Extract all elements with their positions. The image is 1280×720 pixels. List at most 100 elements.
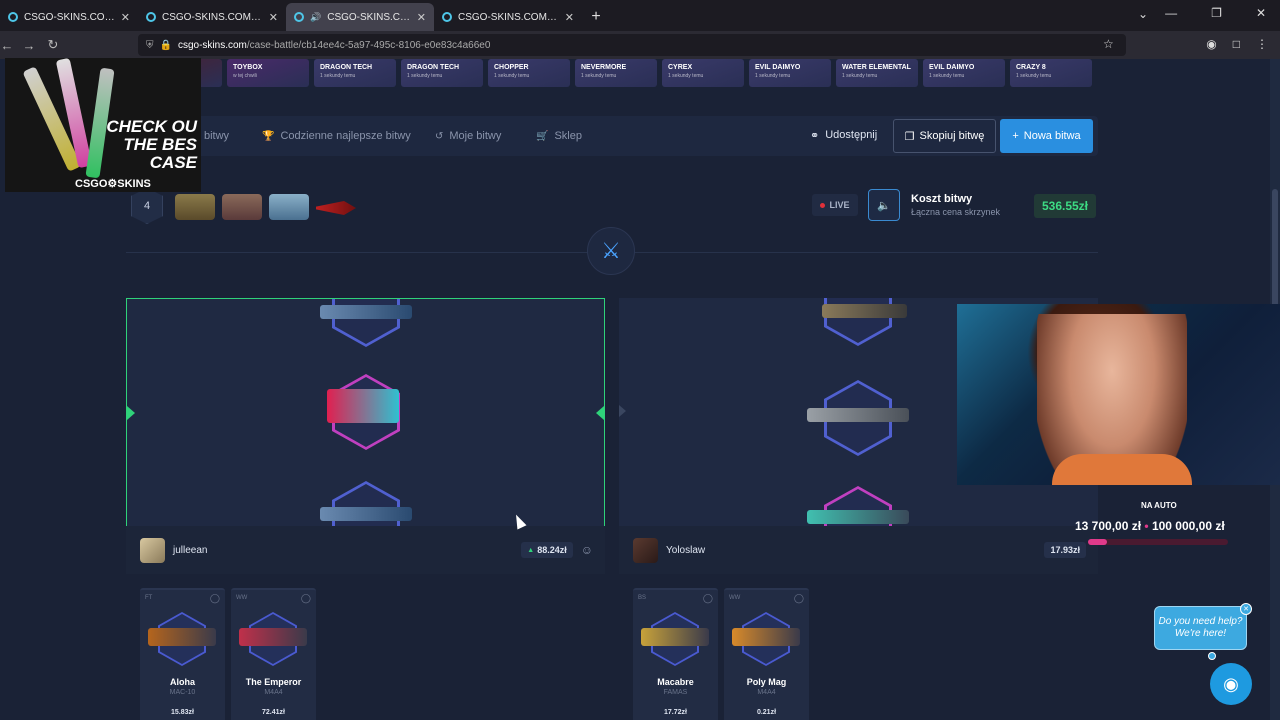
close-tab-icon[interactable]: ✕ [417, 11, 426, 24]
browser-tab[interactable]: CSGO-SKINS.COM - Najlepsze S ✕ [0, 3, 138, 31]
item-card[interactable]: WW ◯ The Emperor M4A4 72.41zł [231, 588, 316, 720]
restore-icon[interactable]: ❐ [1211, 6, 1222, 20]
item-name: Aloha [169, 677, 195, 687]
cart-icon: 🛒 [536, 130, 549, 142]
menu-my-battles[interactable]: ↺ Moje bitwy [435, 130, 501, 142]
history-icon: ↺ [435, 130, 444, 142]
speaker-icon[interactable]: 🔊 [310, 12, 321, 23]
close-icon[interactable]: ✕ [1240, 603, 1252, 615]
back-arrow-icon[interactable]: ← [0, 38, 18, 53]
ticker-card[interactable]: TOYBOX w tej chwili [227, 59, 309, 87]
ticker-item-time: 1 sekundy temu [755, 73, 791, 79]
player-score-value: 88.24zł [537, 545, 567, 555]
url-path: /case-battle/cb14ee4c-5a97-495c-8106-e0e… [246, 39, 491, 51]
shield-icon: ◯ [300, 593, 311, 603]
share-button[interactable]: ⚭ Udostępnij [810, 129, 877, 142]
player-2-bar: Yoloslaw 17.93zł [619, 526, 1098, 574]
reload-icon[interactable]: ↻ [42, 37, 64, 53]
shield-icon: ◯ [702, 593, 713, 603]
account-icon[interactable]: ◉ [1206, 37, 1216, 51]
item-type: M4A4 [757, 689, 776, 696]
close-tab-icon[interactable]: ✕ [121, 11, 130, 24]
ticker-card[interactable]: CRAZY 8 1 sekundy temu [1010, 59, 1092, 87]
favicon-icon [294, 12, 304, 22]
minimize-icon[interactable]: — [1165, 6, 1177, 20]
ticker-item-time: 1 sekundy temu [668, 73, 704, 79]
new-battle-button[interactable]: + Nowa bitwa [1000, 119, 1093, 153]
goal-separator: • [1144, 519, 1149, 533]
selector-arrow-left [619, 405, 626, 417]
ticker-card[interactable]: NEVERMORE 1 sekundy temu [575, 59, 657, 87]
avatar[interactable] [633, 537, 658, 563]
live-label: LIVE [829, 200, 850, 210]
avatar[interactable] [140, 537, 165, 563]
lock-icon: 🔒 [159, 39, 172, 51]
sound-toggle[interactable]: 🔈 [868, 189, 900, 221]
ticker-card[interactable]: WATER ELEMENTAL 1 sekundy temu [836, 59, 918, 87]
ticker-item-time: 1 sekundy temu [581, 73, 617, 79]
goal-target: 100 000,00 zł [1151, 519, 1225, 533]
round-count-badge: 4 [131, 188, 163, 224]
weapon-image [641, 628, 709, 646]
item-name: Macabre [657, 677, 694, 687]
new-tab-button[interactable]: + [582, 3, 610, 31]
address-bar[interactable]: ⛨ 🔒 csgo-skins.com/case-battle/cb14ee4c-… [138, 34, 1126, 56]
new-label: Nowa bitwa [1023, 130, 1081, 142]
menu-shop-label: Sklep [554, 130, 582, 142]
weapon-image [239, 628, 307, 646]
ticker-card[interactable]: CHOPPER 1 sekundy temu [488, 59, 570, 87]
item-card[interactable]: WW ◯ Poly Mag M4A4 0.21zł [724, 588, 809, 720]
menu-daily-label: Codzienne najlepsze bitwy [280, 130, 411, 142]
item-wear: WW [236, 595, 248, 601]
ticker-item-name: CRAZY 8 [1016, 64, 1046, 71]
menu-daily-best[interactable]: 🏆 Codzienne najlepsze bitwy [262, 130, 411, 142]
trophy-icon: 🏆 [262, 130, 275, 142]
chevron-down-icon[interactable]: ⌄ [1138, 7, 1148, 21]
item-card[interactable]: BS ◯ Macabre FAMAS 17.72zł [633, 588, 718, 720]
goal-progress-fill [1088, 539, 1108, 545]
extensions-icon[interactable]: □ [1233, 37, 1240, 51]
ticker-item-time: 1 sekundy temu [1016, 73, 1052, 79]
ticker-card[interactable]: EVIL DAIMYO 1 sekundy temu [749, 59, 831, 87]
item-type: MAC-10 [169, 689, 196, 696]
close-window-icon[interactable]: ✕ [1256, 6, 1266, 20]
bookmark-star-icon[interactable]: ☆ [1103, 37, 1114, 51]
copy-battle-button[interactable]: ❐ Skopiuj bitwę [893, 119, 996, 153]
close-tab-icon[interactable]: ✕ [269, 11, 278, 24]
ticker-card[interactable]: DRAGON TECH 1 sekundy temu [401, 59, 483, 87]
browser-tab[interactable]: CSGO-SKINS.COM - Najlepsze S ✕ [434, 3, 582, 31]
menu-shop[interactable]: 🛒 Sklep [536, 130, 582, 142]
ticker-card[interactable]: DRAGON TECH 1 sekundy temu [314, 59, 396, 87]
help-bubble[interactable]: Do you need help? We're here! [1154, 606, 1247, 650]
item-card[interactable]: FT ◯ Aloha MAC-10 15.83zł [140, 588, 225, 720]
browser-tab[interactable]: 🔊 CSGO-SKINS.COM - Najlep ✕ [286, 3, 434, 31]
browser-tab[interactable]: CSGO-SKINS.COM - Najlepsze S ✕ [138, 3, 286, 31]
close-tab-icon[interactable]: ✕ [565, 11, 574, 24]
shield-icon: ◯ [793, 593, 804, 603]
ticker-item-name: EVIL DAIMYO [929, 64, 975, 71]
ticker-card[interactable]: EVIL DAIMYO 1 sekundy temu [923, 59, 1005, 87]
case-icon [269, 194, 309, 220]
item-price: 17.72zł [664, 709, 687, 716]
forward-arrow-icon[interactable]: → [18, 38, 40, 53]
ticker-item-name: CYREX [668, 64, 693, 71]
emote-icon[interactable]: ☺ [581, 543, 593, 557]
tab-title: CSGO-SKINS.COM - Najlepsze S [162, 11, 263, 23]
copy-label: Skopiuj bitwę [919, 130, 985, 142]
battle-cost-value: 536.55zł [1034, 194, 1096, 218]
crossed-swords-icon: ⚔ [587, 227, 635, 275]
goal-progress-bar [1088, 539, 1228, 545]
arrow-up-icon: ▲ [527, 546, 535, 554]
menu-battles[interactable]: bitwy [204, 130, 229, 142]
chat-button[interactable]: ◉ [1210, 663, 1252, 705]
promo-line: THE BES [123, 135, 197, 154]
player-1-spinner [126, 298, 605, 526]
ticker-card[interactable]: CYREX 1 sekundy temu [662, 59, 744, 87]
player-name[interactable]: Yoloslaw [666, 545, 1044, 556]
player-name[interactable]: julleean [173, 545, 521, 556]
weapon-image [327, 389, 399, 423]
promo-overlay: CHECK OU THE BES CASE CSGO⚙SKINS [5, 58, 201, 192]
help-bubble-tail [1208, 652, 1216, 660]
item-price: 15.83zł [171, 709, 194, 716]
menu-icon[interactable]: ⋮ [1256, 37, 1268, 51]
